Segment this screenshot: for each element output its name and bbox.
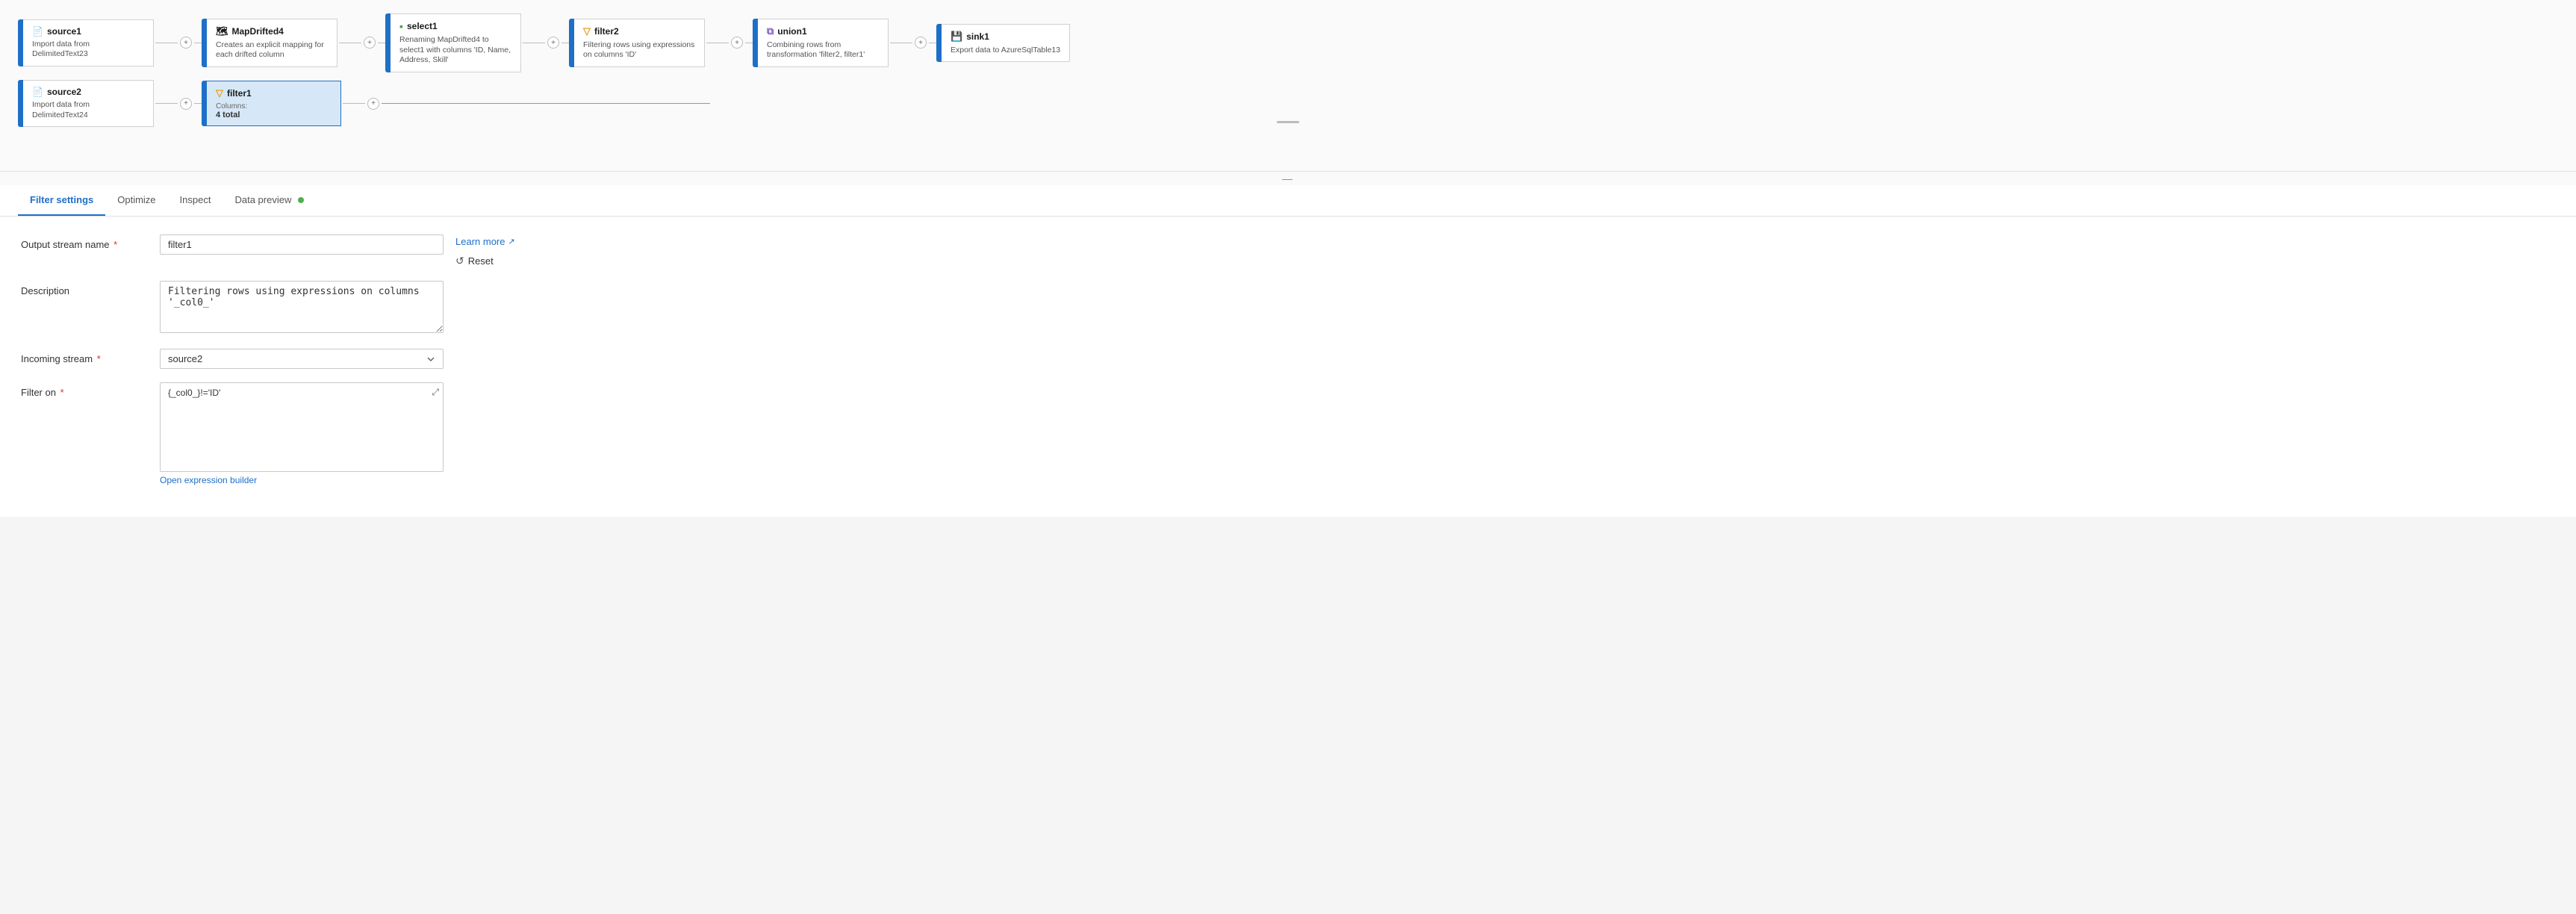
external-link-icon: ↗ [508, 237, 514, 246]
filter1-columns-count: 4 total [216, 111, 332, 119]
incoming-stream-control: source2 source1 [160, 349, 444, 369]
node-filter2[interactable]: ▽ filter2 Filtering rows using expressio… [569, 19, 705, 67]
connector-row2-2: + [343, 98, 710, 110]
learn-more-link[interactable]: Learn more ↗ [455, 236, 515, 247]
add-after-mapdrifted4[interactable]: + [364, 37, 376, 49]
description-control: Filtering rows using expressions on colu… [160, 281, 444, 335]
union1-desc: Combining rows from transformation 'filt… [767, 40, 879, 60]
node-source2[interactable]: 📄 source2 Import data from DelimitedText… [18, 80, 154, 127]
tab-data-preview[interactable]: Data preview [223, 185, 316, 216]
connector-row2-1: + [155, 98, 202, 110]
incoming-stream-label: Incoming stream * [21, 349, 148, 364]
select1-icon: ▪ [399, 20, 403, 32]
node-filter1[interactable]: ▽ filter1 Columns: 4 total [202, 81, 341, 126]
filter1-icon: ▽ [216, 87, 223, 99]
filter2-title: filter2 [594, 26, 619, 37]
filter-on-label: Filter on * [21, 382, 148, 398]
sink1-icon: 💾 [951, 31, 962, 43]
description-label: Description [21, 281, 148, 296]
filter-on-value: {_col0_}!='ID' [168, 388, 435, 398]
open-expression-builder-link[interactable]: Open expression builder [160, 475, 257, 485]
output-stream-control [160, 234, 444, 255]
filter2-desc: Filtering rows using expressions on colu… [583, 40, 695, 60]
data-preview-dot [298, 197, 304, 203]
pipeline-row-1: 📄 source1 Import data from DelimitedText… [18, 13, 2558, 72]
add-after-source2[interactable]: + [180, 98, 192, 110]
mapdrifted4-title: MapDrifted4 [232, 26, 284, 37]
filter1-columns-label: Columns: [216, 102, 247, 111]
filter2-icon: ▽ [583, 25, 591, 37]
reset-label: Reset [468, 255, 494, 267]
tab-inspect[interactable]: Inspect [168, 185, 223, 216]
add-after-filter2[interactable]: + [731, 37, 743, 49]
tabs-bar: Filter settings Optimize Inspect Data pr… [0, 185, 2576, 217]
node-source1[interactable]: 📄 source1 Import data from DelimitedText… [18, 19, 154, 66]
connector-2: + [339, 37, 385, 49]
connector-5: + [890, 37, 936, 49]
source1-title: source1 [47, 26, 81, 37]
reset-button[interactable]: ↺ Reset [455, 255, 515, 267]
filter-on-row: Filter on * ⤢ {_col0_}!='ID' Open expres… [21, 382, 2555, 485]
output-stream-input[interactable] [160, 234, 444, 255]
source1-desc: Import data from DelimitedText23 [32, 40, 144, 60]
sink1-desc: Export data to AzureSqlTable13 [951, 46, 1060, 56]
description-textarea[interactable]: Filtering rows using expressions on colu… [160, 281, 444, 333]
add-after-source1[interactable]: + [180, 37, 192, 49]
incoming-stream-row: Incoming stream * source2 source1 [21, 349, 2555, 369]
filter-on-required: * [60, 387, 64, 398]
node-union1[interactable]: ⧉ union1 Combining rows from transformat… [753, 19, 889, 67]
output-stream-label: Output stream name * [21, 234, 148, 250]
mapdrifted4-icon: 🗺 [216, 25, 228, 37]
source2-desc: Import data from DelimitedText24 [32, 100, 144, 120]
expand-icon[interactable]: ⤢ [432, 387, 439, 398]
learn-more-reset-col: Learn more ↗ ↺ Reset [455, 234, 515, 267]
filter-on-control: ⤢ {_col0_}!='ID' Open expression builder [160, 382, 444, 485]
description-row: Description Filtering rows using express… [21, 281, 2555, 335]
connector-3: + [523, 37, 569, 49]
incoming-stream-required: * [97, 353, 101, 364]
output-stream-row: Output stream name * Learn more ↗ ↺ Rese… [21, 234, 2555, 267]
tab-data-preview-label: Data preview [234, 194, 291, 205]
collapse-bar[interactable] [1277, 121, 1299, 123]
pipeline-row-2: 📄 source2 Import data from DelimitedText… [18, 80, 2558, 127]
add-after-union1[interactable]: + [915, 37, 927, 49]
incoming-stream-select[interactable]: source2 source1 [160, 349, 444, 369]
sink1-title: sink1 [966, 31, 989, 42]
add-after-select1[interactable]: + [547, 37, 559, 49]
union1-icon: ⧉ [767, 25, 774, 37]
mapdrifted4-desc: Creates an explicit mapping for each dri… [216, 40, 328, 60]
node-select1[interactable]: ▪ select1 Renaming MapDrifted4 to select… [385, 13, 521, 72]
connector-1: + [155, 37, 202, 49]
learn-more-label: Learn more [455, 236, 505, 247]
union1-title: union1 [777, 26, 806, 37]
source2-title: source2 [47, 87, 81, 97]
filter-on-expression-box[interactable]: ⤢ {_col0_}!='ID' [160, 382, 444, 472]
tab-optimize[interactable]: Optimize [105, 185, 167, 216]
output-stream-required: * [113, 239, 117, 250]
reset-icon: ↺ [455, 255, 464, 267]
select1-desc: Renaming MapDrifted4 to select1 with col… [399, 35, 511, 66]
filter1-title: filter1 [227, 88, 252, 99]
select1-title: select1 [407, 21, 438, 31]
node-mapdrifted4[interactable]: 🗺 MapDrifted4 Creates an explicit mappin… [202, 19, 337, 67]
tab-filter-settings[interactable]: Filter settings [18, 185, 105, 216]
source1-icon: 📄 [32, 26, 43, 37]
node-sink1[interactable]: 💾 sink1 Export data to AzureSqlTable13 [936, 24, 1070, 63]
settings-panel: Output stream name * Learn more ↗ ↺ Rese… [0, 217, 2576, 517]
source2-icon: 📄 [32, 87, 43, 97]
connector-4: + [706, 37, 753, 49]
add-after-filter1[interactable]: + [367, 98, 379, 110]
pipeline-canvas: 📄 source1 Import data from DelimitedText… [0, 0, 2576, 172]
